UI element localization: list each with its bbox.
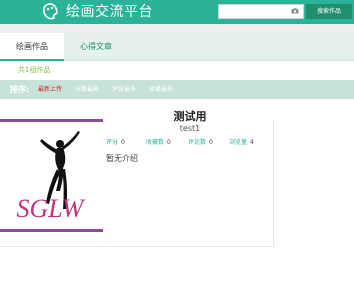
sort-bar: 排序: 最新上传 分数最高 评论最多 收藏最多 (0, 80, 354, 99)
work-author[interactable]: test1 (155, 124, 225, 134)
palette-logo-icon[interactable] (42, 3, 58, 21)
stat-views: 浏览量 4 (229, 139, 254, 147)
stat-favorites: 收藏数 0 (146, 139, 171, 147)
tab-bar: 绘画作品 心得文章 (0, 33, 354, 61)
stat-comments: 评论数 0 (188, 139, 213, 147)
stat-views-label: 浏览量 (229, 139, 248, 146)
sort-most-comments[interactable]: 评论最多 (112, 80, 136, 99)
works-count: 共1组作品 (18, 66, 51, 74)
stat-score-label: 评分 (106, 139, 119, 146)
tab-articles[interactable]: 心得文章 (64, 33, 128, 61)
top-header: 绘画交流平台 搜索作品 (0, 0, 354, 24)
stat-views-value: 4 (250, 139, 254, 146)
work-intro: 暂无介绍 (106, 154, 138, 163)
tab-paintings[interactable]: 绘画作品 (0, 33, 64, 61)
site-title[interactable]: 绘画交流平台 (66, 3, 153, 21)
camera-icon[interactable] (291, 8, 299, 14)
search-works-button[interactable]: 搜索作品 (306, 4, 352, 19)
stat-favorites-value: 0 (167, 139, 171, 146)
sort-latest[interactable]: 最新上传 (38, 80, 62, 99)
stat-score-value: 0 (121, 139, 125, 146)
stat-favorites-label: 收藏数 (146, 139, 165, 146)
work-thumbnail[interactable]: SGLW (0, 119, 103, 232)
search-box[interactable] (218, 4, 304, 19)
thumb-frame-bottom (0, 229, 103, 232)
work-title[interactable]: 测试用 (155, 110, 225, 124)
stat-comments-label: 评论数 (188, 139, 207, 146)
artwork-lettering: SGLW (17, 194, 86, 223)
sort-most-favorites[interactable]: 收藏最多 (149, 80, 173, 99)
search-input[interactable] (221, 6, 287, 17)
header-divider (0, 24, 354, 33)
stat-score: 评分 0 (106, 139, 125, 147)
artwork-image[interactable]: SGLW (0, 119, 103, 232)
sort-highest-score[interactable]: 分数最高 (75, 80, 99, 99)
sort-label: 排序: (10, 85, 30, 94)
stat-comments-value: 0 (209, 139, 213, 146)
